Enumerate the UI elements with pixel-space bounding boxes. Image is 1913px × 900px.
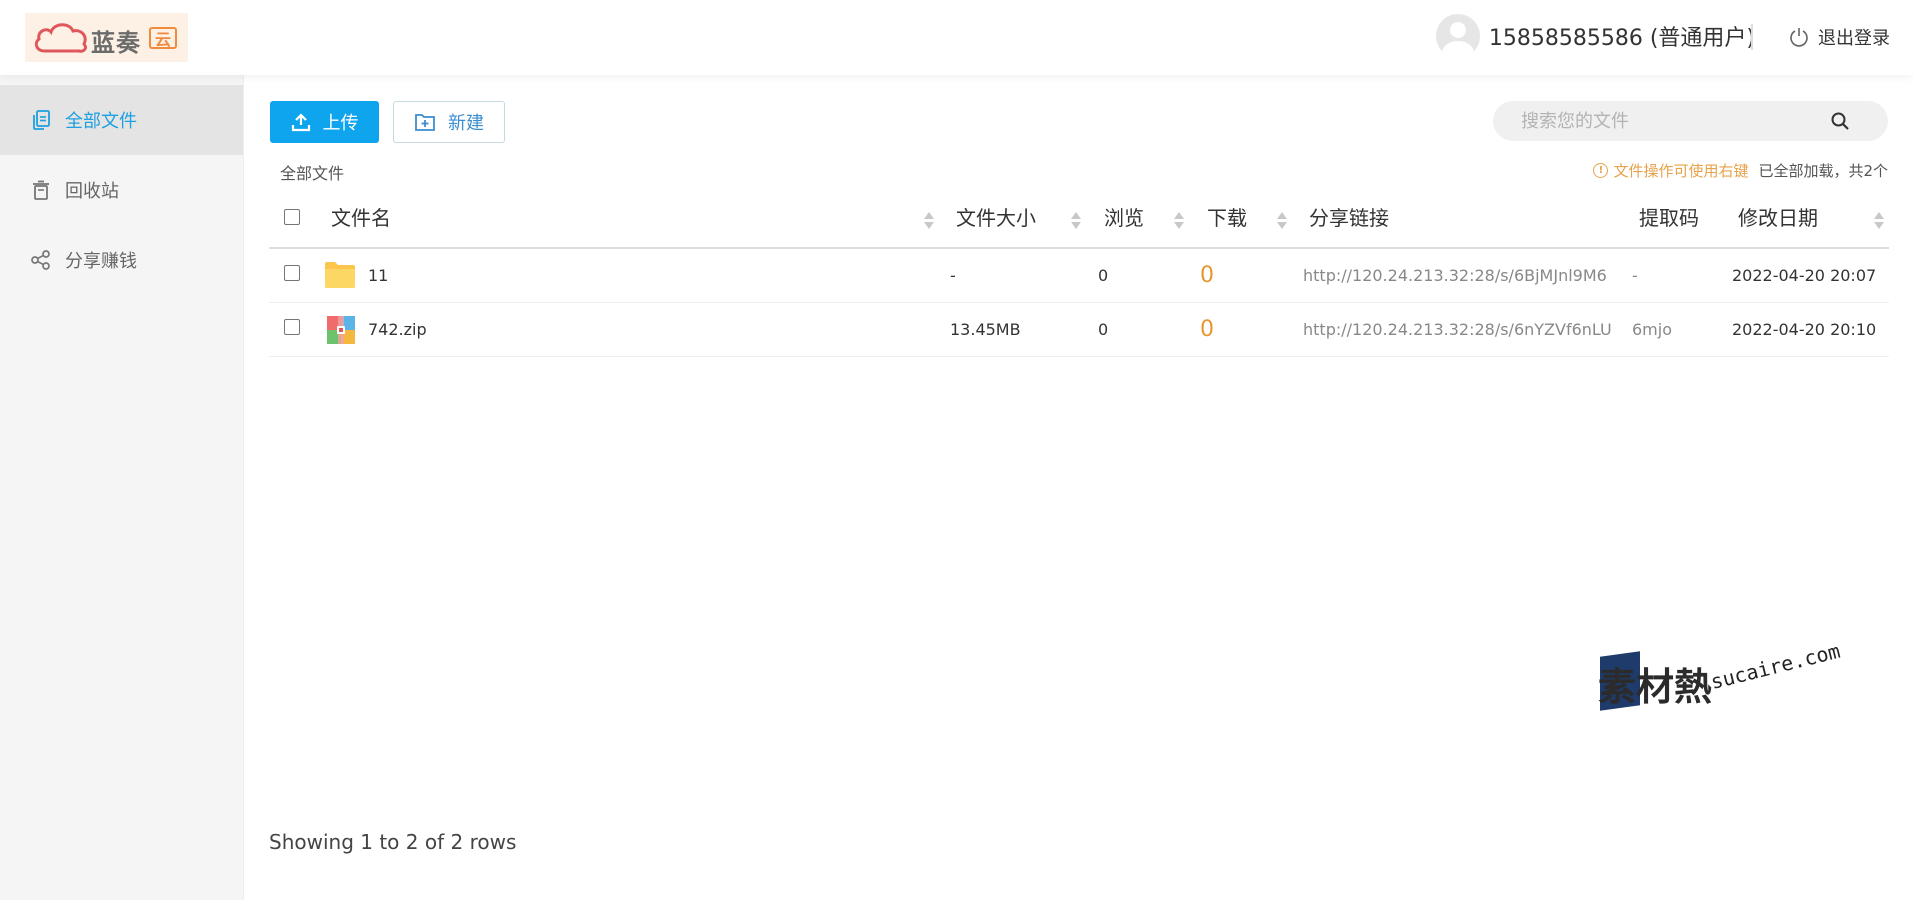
watermark-zh: 素材熱 <box>1598 665 1713 709</box>
upload-icon <box>291 113 310 132</box>
top-header: 蓝奏 云 15858585586 (普通用户) 退出登录 <box>0 0 1913 75</box>
modified-date: 2022-04-20 20:07 <box>1732 266 1877 285</box>
username: 15858585586 (普通用户) <box>1488 26 1755 51</box>
sidebar: 全部文件 回收站 分享赚钱 <box>0 75 244 900</box>
share-icon <box>31 250 50 270</box>
sidebar-item-recycle-bin[interactable]: 回收站 <box>0 155 243 225</box>
search-icon[interactable] <box>1830 111 1850 131</box>
file-name[interactable]: 11 <box>368 249 388 302</box>
trash-icon <box>33 180 49 200</box>
modified-date: 2022-04-20 20:10 <box>1732 320 1877 339</box>
logo[interactable]: 蓝奏 云 <box>25 13 188 62</box>
column-header-downloads[interactable]: 下载 <box>1207 198 1247 247</box>
files-icon <box>33 110 50 130</box>
search-box <box>1493 101 1888 141</box>
logo-badge: 云 <box>149 27 177 49</box>
view-count: 0 <box>1098 320 1109 339</box>
download-count: 0 <box>1200 263 1214 288</box>
share-link[interactable]: http://120.24.213.32:28/s/6BjMJnl9M6 <box>1303 249 1607 302</box>
warning-icon: ! <box>1593 163 1609 178</box>
new-folder-icon <box>415 114 435 131</box>
sidebar-item-label: 分享赚钱 <box>65 251 137 272</box>
table-row[interactable]: 742.zip 13.45MB 0 0 http://120.24.213.32… <box>269 303 1889 357</box>
extract-code: - <box>1632 266 1638 285</box>
file-name[interactable]: 742.zip <box>368 303 427 356</box>
column-header-code: 提取码 <box>1639 206 1699 230</box>
sort-icon[interactable] <box>1277 212 1287 232</box>
logout-label: 退出登录 <box>1818 28 1890 49</box>
upload-button[interactable]: 上传 <box>270 101 379 143</box>
logo-text: 蓝奏 <box>91 29 141 57</box>
cloud-logo-icon <box>34 23 87 53</box>
extract-code: 6mjo <box>1632 320 1672 339</box>
breadcrumb[interactable]: 全部文件 <box>280 160 344 184</box>
download-count: 0 <box>1200 317 1214 342</box>
new-folder-button[interactable]: 新建 <box>393 101 505 143</box>
sort-icon[interactable] <box>1174 212 1184 232</box>
sort-icon[interactable] <box>924 212 934 232</box>
column-header-name[interactable]: 文件名 <box>331 198 391 247</box>
pagination-info: Showing 1 to 2 of 2 rows <box>269 830 517 854</box>
sidebar-item-share-earn[interactable]: 分享赚钱 <box>0 225 243 295</box>
column-header-share-link: 分享链接 <box>1309 206 1389 230</box>
sidebar-item-label: 全部文件 <box>65 111 137 132</box>
sort-icon[interactable] <box>1071 212 1081 232</box>
table-header: 文件名 文件大小 浏览 下载 分享链接 提取码 修改日期 <box>269 198 1889 249</box>
column-header-size[interactable]: 文件大小 <box>956 198 1036 247</box>
file-tip: ! 文件操作可使用右键 已全部加载，共2个 <box>1593 160 1888 181</box>
row-checkbox[interactable] <box>284 265 300 281</box>
header-divider <box>1751 24 1753 50</box>
power-icon <box>1790 28 1808 47</box>
logout-button[interactable]: 退出登录 <box>1788 24 1890 50</box>
zip-icon <box>327 316 355 344</box>
share-link[interactable]: http://120.24.213.32:28/s/6nYZVf6nLU <box>1303 303 1612 356</box>
user-info[interactable]: 15858585586 (普通用户) <box>1435 14 1755 58</box>
new-label: 新建 <box>448 113 484 134</box>
file-size: - <box>950 266 956 285</box>
watermark: 素材熱 sucaire.com <box>1596 639 1846 720</box>
upload-label: 上传 <box>322 113 359 134</box>
sort-icon[interactable] <box>1874 212 1884 232</box>
sidebar-item-all-files[interactable]: 全部文件 <box>0 85 243 155</box>
right-click-tip-text: 文件操作可使用右键 <box>1613 162 1749 180</box>
column-header-views[interactable]: 浏览 <box>1104 198 1144 247</box>
loaded-count: 已全部加载，共2个 <box>1758 162 1888 180</box>
folder-icon <box>325 262 355 288</box>
row-checkbox[interactable] <box>284 319 300 335</box>
table-row[interactable]: 11 - 0 0 http://120.24.213.32:28/s/6BjMJ… <box>269 249 1889 303</box>
view-count: 0 <box>1098 266 1109 285</box>
select-all-checkbox[interactable] <box>284 209 300 225</box>
avatar[interactable] <box>1435 14 1480 58</box>
column-header-date[interactable]: 修改日期 <box>1738 198 1818 247</box>
right-click-tip: ! 文件操作可使用右键 <box>1593 160 1748 181</box>
watermark-en: sucaire.com <box>1708 638 1843 694</box>
file-size: 13.45MB <box>950 320 1021 339</box>
sidebar-item-label: 回收站 <box>65 181 119 202</box>
search-input[interactable] <box>1521 101 1821 141</box>
